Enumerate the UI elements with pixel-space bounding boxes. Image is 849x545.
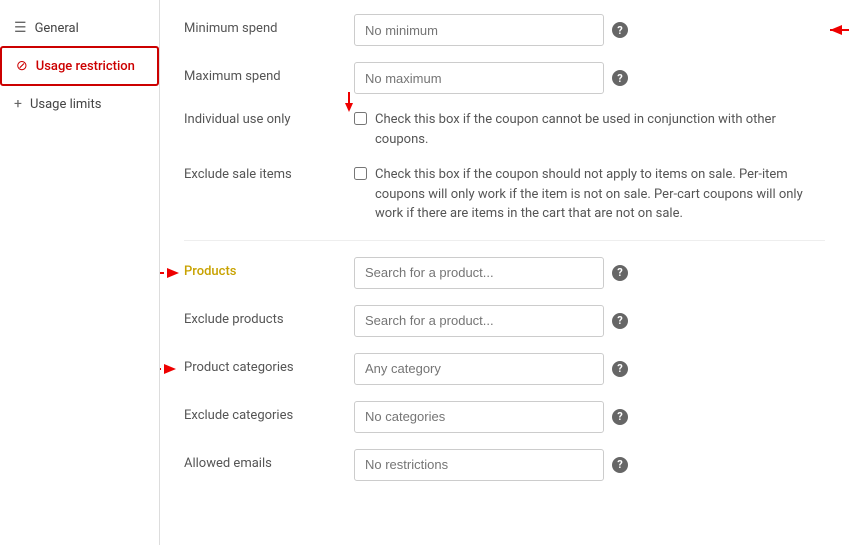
- products-controls: ?: [354, 257, 825, 289]
- products-row: Products ?: [184, 257, 825, 289]
- general-icon: ☰: [14, 20, 27, 36]
- main-content: Minimum spend ? Maximum spend ?: [160, 0, 849, 545]
- individual-use-content: Check this box if the coupon cannot be u…: [354, 110, 825, 149]
- limits-icon: +: [14, 96, 22, 112]
- sidebar: ☰ General ⊘ Usage restriction + Usage li…: [0, 0, 160, 545]
- page-container: ☰ General ⊘ Usage restriction + Usage li…: [0, 0, 849, 545]
- products-label: Products: [184, 257, 354, 279]
- product-categories-label: Product categories: [184, 353, 354, 375]
- exclude-products-search-input[interactable]: [354, 305, 604, 337]
- individual-use-row: Individual use only Check this box if th…: [184, 110, 825, 149]
- maximum-spend-input[interactable]: [354, 62, 604, 94]
- maximum-spend-row: Maximum spend ?: [184, 62, 825, 94]
- exclude-sale-label: Exclude sale items: [184, 165, 354, 182]
- minimum-spend-label: Minimum spend: [184, 14, 354, 36]
- minimum-spend-controls: ?: [354, 14, 825, 46]
- exclude-categories-input[interactable]: [354, 401, 604, 433]
- divider: [184, 240, 825, 241]
- sidebar-item-usage-restriction[interactable]: ⊘ Usage restriction: [0, 46, 159, 86]
- exclude-categories-controls: ?: [354, 401, 825, 433]
- exclude-sale-description: Check this box if the coupon should not …: [375, 165, 825, 224]
- exclude-categories-help-icon[interactable]: ?: [612, 409, 628, 425]
- product-categories-controls: ?: [354, 353, 825, 385]
- minimum-spend-arrow: [830, 20, 849, 40]
- sidebar-item-general-label: General: [35, 21, 79, 36]
- minimum-spend-help-icon[interactable]: ?: [612, 22, 628, 38]
- exclude-sale-checkbox[interactable]: [354, 167, 367, 180]
- products-help-icon[interactable]: ?: [612, 265, 628, 281]
- product-categories-arrow: [160, 359, 179, 379]
- individual-use-description: Check this box if the coupon cannot be u…: [375, 110, 825, 149]
- allowed-emails-input[interactable]: [354, 449, 604, 481]
- restriction-icon: ⊘: [16, 58, 28, 74]
- minimum-spend-row: Minimum spend ?: [184, 14, 825, 46]
- exclude-categories-row: Exclude categories ?: [184, 401, 825, 433]
- maximum-spend-down-arrow: [342, 92, 356, 112]
- products-arrow: [160, 263, 179, 283]
- sidebar-item-usage-restriction-label: Usage restriction: [36, 59, 135, 74]
- exclude-products-label: Exclude products: [184, 305, 354, 327]
- maximum-spend-controls: ?: [354, 62, 825, 94]
- product-categories-help-icon[interactable]: ?: [612, 361, 628, 377]
- product-categories-row: Product categories ?: [184, 353, 825, 385]
- sidebar-item-usage-limits-label: Usage limits: [30, 97, 101, 112]
- allowed-emails-help-icon[interactable]: ?: [612, 457, 628, 473]
- exclude-sale-row: Exclude sale items Check this box if the…: [184, 165, 825, 224]
- sidebar-item-general[interactable]: ☰ General: [0, 10, 159, 46]
- sidebar-item-usage-limits[interactable]: + Usage limits: [0, 86, 159, 122]
- exclude-sale-content: Check this box if the coupon should not …: [354, 165, 825, 224]
- maximum-spend-help-icon[interactable]: ?: [612, 70, 628, 86]
- exclude-products-controls: ?: [354, 305, 825, 337]
- exclude-products-row: Exclude products ?: [184, 305, 825, 337]
- products-search-input[interactable]: [354, 257, 604, 289]
- exclude-products-help-icon[interactable]: ?: [612, 313, 628, 329]
- maximum-spend-label: Maximum spend: [184, 62, 354, 84]
- product-categories-input[interactable]: [354, 353, 604, 385]
- individual-use-checkbox[interactable]: [354, 112, 367, 125]
- individual-use-label: Individual use only: [184, 110, 354, 127]
- exclude-categories-label: Exclude categories: [184, 401, 354, 423]
- allowed-emails-label: Allowed emails: [184, 449, 354, 471]
- allowed-emails-row: Allowed emails ?: [184, 449, 825, 481]
- minimum-spend-input[interactable]: [354, 14, 604, 46]
- allowed-emails-controls: ?: [354, 449, 825, 481]
